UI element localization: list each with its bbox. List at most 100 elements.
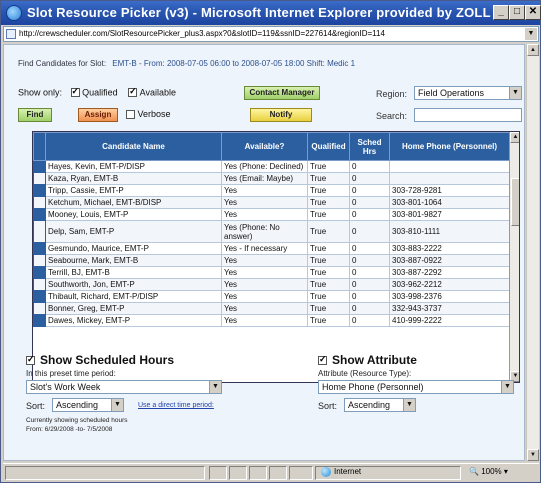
table-cell: Kaza, Ryan, EMT-B — [45, 172, 222, 185]
table-cell: Yes — [221, 184, 308, 197]
candidate-grid: Candidate Name Available? Qualified Sche… — [32, 131, 520, 383]
row-selector[interactable] — [33, 242, 46, 255]
region-value: Field Operations — [418, 88, 485, 98]
table-cell: Yes — [221, 208, 308, 221]
table-cell: Yes — [221, 254, 308, 267]
row-selector[interactable] — [33, 266, 46, 279]
scroll-up-icon[interactable]: ▲ — [510, 132, 519, 143]
table-cell: 0 — [349, 208, 390, 221]
table-row[interactable]: Delp, Sam, EMT-P Yes (Phone: No answer) Tr… — [33, 220, 510, 243]
table-cell: 303-801-9827 — [389, 208, 510, 221]
table-cell: Ketchum, Michael, EMT-B/DISP — [45, 196, 222, 209]
dropdown-arrow-icon[interactable]: ▼ — [209, 381, 221, 393]
table-cell: 0 — [349, 172, 390, 185]
verbose-checkbox[interactable] — [126, 110, 135, 120]
scheduled-hours-checkbox[interactable] — [26, 354, 35, 366]
status-pane — [209, 466, 227, 480]
zoom-level[interactable]: 🔍 100% ▾ — [469, 467, 508, 476]
dropdown-arrow-icon[interactable]: ▼ — [403, 399, 415, 411]
table-cell: True — [307, 290, 350, 303]
sched-sort-select[interactable]: Ascending ▼ — [52, 398, 124, 412]
column-header[interactable]: Qualified — [307, 132, 350, 161]
show-only-row: Show only: Qualified Available — [18, 86, 176, 98]
window-title: Slot Resource Picker (v3) - Microsoft In… — [27, 5, 491, 20]
table-cell: True — [307, 196, 350, 209]
zoom-value: 100% — [481, 467, 502, 476]
dropdown-arrow-icon[interactable]: ▼ — [509, 87, 521, 99]
period-select[interactable]: Slot's Work Week ▼ — [26, 380, 222, 394]
assign-button[interactable]: Assign — [78, 108, 118, 122]
row-selector[interactable] — [33, 314, 46, 327]
page-scrollbar[interactable]: ▲ ▼ — [526, 44, 539, 461]
table-cell: Dawes, Mickey, EMT-P — [45, 314, 222, 327]
table-row[interactable]: Terrill, BJ, EMT-B Yes True 0 303-887-2292 — [33, 266, 510, 279]
find-label: Find Candidates for Slot: — [18, 59, 107, 68]
table-cell: True — [307, 242, 350, 255]
row-selector[interactable] — [33, 160, 46, 173]
dropdown-arrow-icon[interactable]: ▼ — [501, 381, 513, 393]
find-button[interactable]: Find — [18, 108, 52, 122]
row-selector[interactable] — [33, 302, 46, 315]
attribute-type-label: Attribute (Resource Type): — [318, 369, 412, 378]
column-header[interactable]: Available? — [221, 132, 308, 161]
table-row[interactable]: Seabourne, Mark, EMT-B Yes True 0 303-887-09… — [33, 254, 510, 267]
row-selector[interactable] — [33, 184, 46, 197]
sched-sort-label: Sort: — [26, 401, 46, 411]
table-cell: 303-887-0922 — [389, 254, 510, 267]
row-selector[interactable] — [33, 220, 46, 243]
sched-sort-value: Ascending — [56, 400, 99, 410]
status-pane — [249, 466, 267, 480]
available-checkbox[interactable] — [128, 86, 138, 98]
row-selector[interactable] — [33, 196, 46, 209]
table-row[interactable]: Bonner, Greg, EMT-P Yes True 0 332-943-3737 — [33, 302, 510, 315]
region-select[interactable]: Field Operations ▼ — [414, 86, 522, 100]
notify-button[interactable]: Notify — [250, 108, 312, 122]
show-only-label: Show only: — [18, 87, 63, 98]
table-cell: 0 — [349, 314, 390, 327]
scroll-up-icon[interactable]: ▲ — [527, 44, 539, 56]
table-row[interactable]: Kaza, Ryan, EMT-B Yes (Email: Maybe) True 0 — [33, 172, 510, 185]
address-bar[interactable]: http://crewscheduler.com/SlotResourcePic… — [3, 26, 539, 42]
table-row[interactable]: Dawes, Mickey, EMT-P Yes True 0 410-999-2222 — [33, 314, 510, 327]
table-row[interactable]: Thibault, Richard, EMT-P/DISP Yes True 0 303… — [33, 290, 510, 303]
attribute-checkbox[interactable] — [318, 354, 327, 366]
attribute-type-select[interactable]: Home Phone (Personnel) ▼ — [318, 380, 514, 394]
dropdown-arrow-icon[interactable]: ▼ — [111, 399, 123, 411]
row-selector[interactable] — [33, 290, 46, 303]
column-header[interactable]: Sched Hrs — [349, 132, 390, 161]
table-row[interactable]: Mooney, Louis, EMT-P Yes True 0 303-801-9827 — [33, 208, 510, 221]
table-row[interactable]: Southworth, Jon, EMT-P Yes True 0 303-962-22… — [33, 278, 510, 291]
table-row[interactable]: Ketchum, Michael, EMT-B/DISP Yes True 0 303-… — [33, 196, 510, 209]
address-dropdown-icon[interactable]: ▼ — [525, 28, 537, 40]
table-row[interactable]: Hayes, Kevin, EMT-P/DISP Yes (Phone: Decl… — [33, 160, 510, 173]
table-cell — [389, 172, 510, 185]
search-input[interactable] — [414, 108, 522, 122]
column-header[interactable]: Home Phone (Personnel) — [389, 132, 510, 161]
row-selector[interactable] — [33, 254, 46, 267]
table-cell: Bonner, Greg, EMT-P — [45, 302, 222, 315]
address-url[interactable]: http://crewscheduler.com/SlotResourcePic… — [19, 29, 385, 38]
table-row[interactable]: Gesmundo, Maurice, EMT-P Yes - If necessa… — [33, 242, 510, 255]
grid-scroll-thumb[interactable] — [511, 178, 519, 226]
row-selector[interactable] — [33, 208, 46, 221]
scheduled-title: Show Scheduled Hours — [40, 353, 175, 367]
zoom-icon: 🔍 — [469, 467, 479, 476]
maximize-button[interactable]: □ — [509, 5, 525, 20]
scroll-down-icon[interactable]: ▼ — [527, 449, 539, 461]
row-selector[interactable] — [33, 172, 46, 185]
close-button[interactable]: ✕ — [525, 5, 541, 20]
table-cell: 410-999-2222 — [389, 314, 510, 327]
direct-period-link[interactable]: Use a direct time period: — [138, 402, 214, 409]
column-header[interactable]: Candidate Name — [45, 132, 222, 161]
minimize-button[interactable]: _ — [493, 5, 509, 20]
qualified-checkbox[interactable] — [70, 86, 80, 98]
table-cell: True — [307, 220, 350, 243]
table-cell: Delp, Sam, EMT-P — [45, 220, 222, 243]
table-row[interactable]: Tripp, Cassie, EMT-P Yes True 0 303-728-9281 — [33, 184, 510, 197]
row-selector[interactable] — [33, 278, 46, 291]
attr-sort-select[interactable]: Ascending ▼ — [344, 398, 416, 412]
table-cell: True — [307, 172, 350, 185]
table-cell: Yes — [221, 266, 308, 279]
grid-scrollbar[interactable]: ▲ ▼ — [509, 132, 519, 382]
contact-manager-button[interactable]: Contact Manager — [244, 86, 320, 100]
